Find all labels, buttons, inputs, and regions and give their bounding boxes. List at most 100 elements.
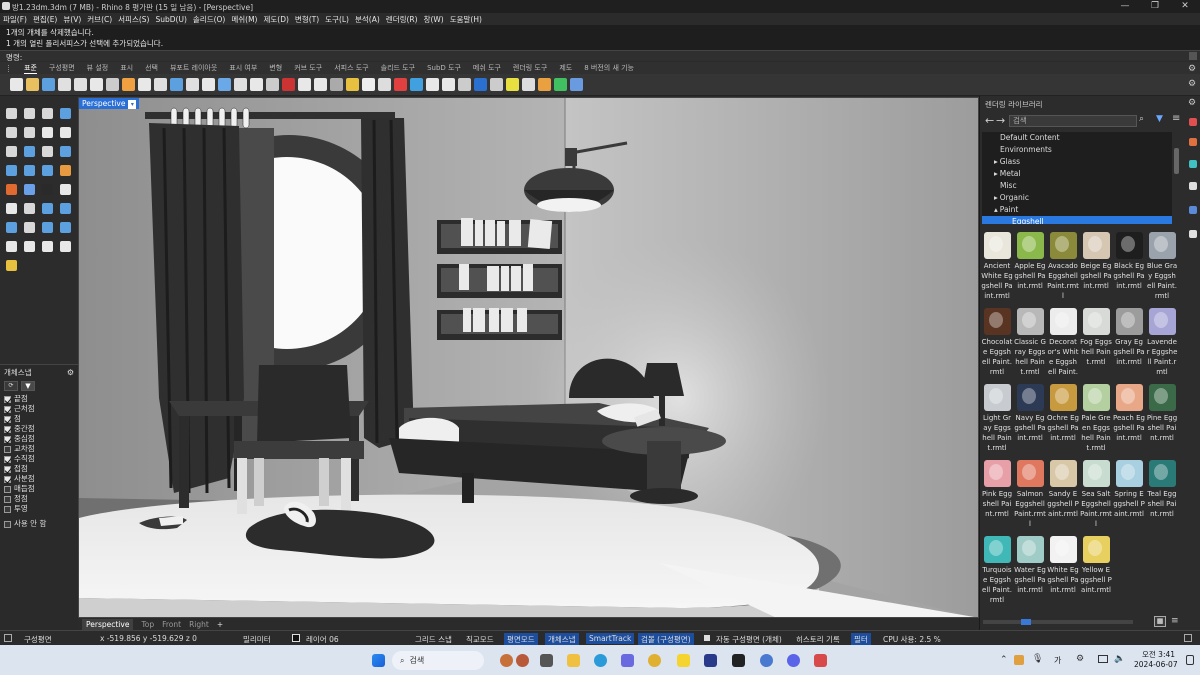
tree-item[interactable]: Eggshell: [982, 216, 1172, 224]
toolbar-tab[interactable]: 커브 도구: [294, 63, 322, 73]
tool-icon[interactable]: [6, 127, 17, 138]
toolbar-icon[interactable]: [377, 78, 391, 91]
menu-item[interactable]: 변형(T): [295, 14, 319, 25]
menu-item[interactable]: 분석(A): [355, 14, 380, 25]
tool-icon[interactable]: [42, 127, 53, 138]
material-thumbnail[interactable]: Sea Salt Eggshell Paint.rmtl: [1080, 460, 1112, 536]
toolbar-icon[interactable]: [409, 78, 423, 91]
toolbar-tab[interactable]: 표시: [120, 63, 133, 73]
tool-icon[interactable]: [60, 127, 71, 138]
menu-item[interactable]: SubD(U): [155, 15, 186, 24]
tree-expand-icon[interactable]: ▴: [994, 205, 998, 214]
clock-time[interactable]: 오전 3:41: [1142, 649, 1175, 660]
menu-item[interactable]: 도구(L): [325, 14, 349, 25]
toolbar-icon[interactable]: [57, 78, 71, 91]
toolbar-tab[interactable]: 렌더링 도구: [513, 63, 547, 73]
menu-item[interactable]: 커브(C): [87, 14, 112, 25]
chevron-down-icon[interactable]: ▾: [128, 100, 137, 109]
toolbar-icon[interactable]: [425, 78, 439, 91]
osnap-item[interactable]: 투영: [0, 504, 78, 514]
osnap-item[interactable]: 중심점: [0, 434, 78, 444]
edge-icon[interactable]: [594, 654, 607, 667]
gear-icon[interactable]: ⚙: [67, 368, 74, 377]
viewport-tab[interactable]: Right: [189, 620, 209, 629]
menu-item[interactable]: 렌더링(R): [386, 14, 418, 25]
clock-date[interactable]: 2024-06-07: [1134, 660, 1178, 669]
toolbar-icon[interactable]: [313, 78, 327, 91]
units[interactable]: 밀리미터: [243, 634, 271, 645]
app-icon[interactable]: [814, 654, 827, 667]
toolbar-tab[interactable]: 선택: [145, 63, 158, 73]
material-thumbnail[interactable]: Ancient White Eggshell Paint.rmtl: [981, 232, 1013, 308]
toolbar-icon[interactable]: [393, 78, 407, 91]
toolbar-icon[interactable]: [201, 78, 215, 91]
menu-item[interactable]: 편집(E): [33, 14, 57, 25]
environment-icon[interactable]: [1189, 160, 1197, 168]
tool-icon[interactable]: [42, 222, 53, 233]
checkbox[interactable]: [4, 445, 11, 453]
toolbar-icon[interactable]: [521, 78, 535, 91]
tree-item[interactable]: Misc: [982, 180, 1172, 192]
tool-icon[interactable]: [6, 260, 17, 271]
tree-item[interactable]: ▸ Organic: [982, 192, 1172, 204]
material-thumbnail[interactable]: Teal Eggshell Paint.rmtl: [1146, 460, 1178, 536]
named-views-icon[interactable]: [1189, 230, 1197, 238]
taskbar-search[interactable]: ⌕ 검색: [392, 651, 484, 670]
toolbar-icon[interactable]: [121, 78, 135, 91]
osnap-item[interactable]: 사분점: [0, 474, 78, 484]
material-thumbnail[interactable]: Pink Eggshell Paint.rmtl: [981, 460, 1013, 536]
command-scroll-button[interactable]: [1189, 52, 1197, 60]
tool-icon[interactable]: [24, 146, 35, 157]
auto-cplane-checkbox[interactable]: [704, 635, 710, 641]
menu-item[interactable]: 메쉬(M): [231, 14, 257, 25]
panel-toggle-icon[interactable]: [4, 634, 12, 642]
tool-icon[interactable]: [42, 184, 53, 195]
osnap-item[interactable]: 정점: [0, 494, 78, 504]
history-toggle[interactable]: 히스토리 기록: [796, 634, 840, 645]
toolbar-tab[interactable]: 구성평면: [49, 63, 75, 73]
toolbar-tab[interactable]: 솔리드 도구: [381, 63, 415, 73]
toolbar-icon[interactable]: [361, 78, 375, 91]
disable-osnap-checkbox[interactable]: 사용 안 함: [0, 519, 78, 529]
material-thumbnail[interactable]: Gray Eggshell Paint.rmtl: [1113, 308, 1145, 384]
viewport-tab[interactable]: Perspective: [82, 618, 134, 630]
ortho-toggle[interactable]: 직교모드: [466, 634, 494, 645]
toolbar-icon[interactable]: [89, 78, 103, 91]
toolbar-icon[interactable]: [9, 78, 23, 91]
material-thumbnail[interactable]: Avacado Eggshell Paint.rmtl: [1047, 232, 1079, 308]
tool-icon[interactable]: [42, 165, 53, 176]
tool-icon[interactable]: [24, 203, 35, 214]
checkbox[interactable]: [4, 475, 11, 483]
tree-item[interactable]: Environments: [982, 144, 1172, 156]
render-icon[interactable]: [1189, 138, 1197, 146]
tool-icon[interactable]: [24, 241, 35, 252]
tool-icon[interactable]: [42, 241, 53, 252]
osnap-item[interactable]: 접점: [0, 464, 78, 474]
layer-swatch[interactable]: [292, 634, 300, 642]
toolbar-icon[interactable]: [233, 78, 247, 91]
osnap-item[interactable]: 점: [0, 414, 78, 424]
filter-icon[interactable]: ▼: [1156, 114, 1163, 124]
list-view-icon[interactable]: ≡: [1171, 616, 1179, 626]
material-thumbnail[interactable]: Water Eggshell Paint.rmtl: [1014, 536, 1046, 612]
tool-icon[interactable]: [60, 184, 71, 195]
toolbar-tab[interactable]: 뷰포트 레이아웃: [170, 63, 217, 73]
add-tab-button[interactable]: +: [217, 620, 223, 629]
command-line[interactable]: 명령:: [0, 50, 1200, 62]
checkbox[interactable]: [4, 495, 11, 503]
grid-snap-toggle[interactable]: 그리드 스냅: [415, 634, 452, 645]
search-icon[interactable]: ⌕: [1139, 114, 1144, 124]
checkbox[interactable]: [4, 520, 11, 528]
tool-icon[interactable]: [42, 203, 53, 214]
ime-settings-icon[interactable]: ⚙: [1076, 654, 1084, 664]
tool-icon[interactable]: [6, 108, 17, 119]
tool-icon[interactable]: [60, 241, 71, 252]
toolbar-tab[interactable]: SubD 도구: [427, 63, 461, 73]
checkbox[interactable]: [4, 435, 11, 443]
grid-view-icon[interactable]: ▦: [1154, 616, 1166, 627]
tree-item[interactable]: Default Content: [982, 132, 1172, 144]
osnap-item[interactable]: 근처점: [0, 404, 78, 414]
tool-icon[interactable]: [24, 222, 35, 233]
panel-toggle-icon[interactable]: [1184, 634, 1192, 642]
windows-start-icon[interactable]: [372, 654, 385, 667]
